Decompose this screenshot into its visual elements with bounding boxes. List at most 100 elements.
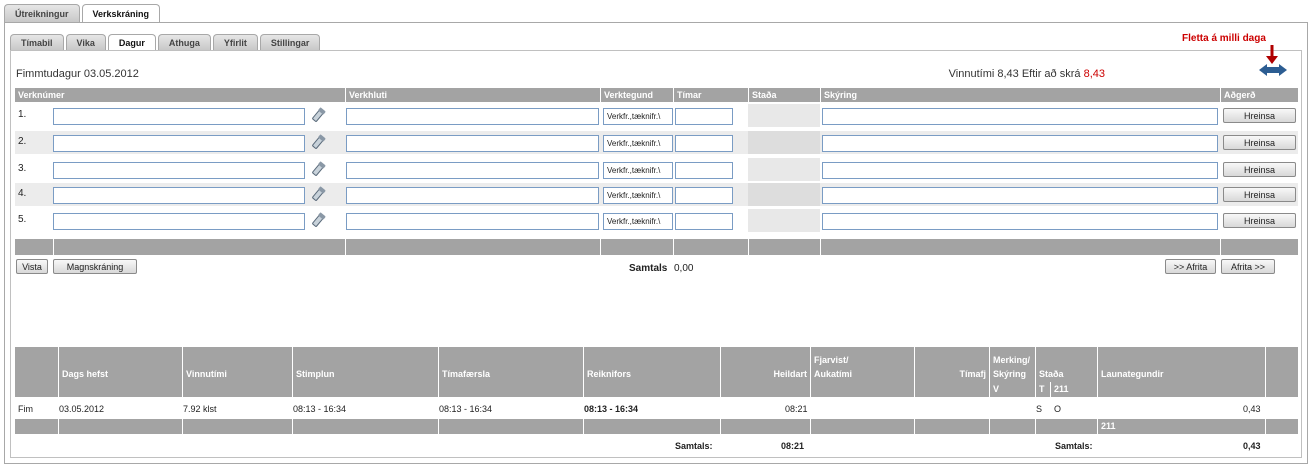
skyring-input[interactable] [822,213,1218,230]
header-reiknifors: Reiknifors [587,369,632,379]
header-vinnutimi: Vinnutími [186,369,227,379]
tab-verkskraning[interactable]: Verkskráning [81,4,161,23]
row-day: Fim [18,404,33,414]
flashlight-search-icon[interactable] [308,212,326,230]
verktegund-select[interactable]: Verkfr.,tæknifr.\ [603,135,673,152]
row-s: S [1036,404,1043,414]
header-stada: Staða [748,88,820,102]
tab-athuga[interactable]: Athuga [157,34,211,50]
row-value: 0,43 [1243,404,1261,414]
sub-tabs: Tímabil Vika Dagur Athuga Yfirlit Stilli… [10,34,321,51]
row-number: 2. [18,136,27,147]
row-date: 03.05.2012 [59,404,105,414]
timar-input[interactable] [675,135,733,152]
flashlight-search-icon[interactable] [308,186,326,204]
entry-row: 5. Verkfr.,tæknifr.\ Hreinsa [15,209,1298,232]
entry-row: 1. Verkfr.,tæknifr.\ Hreinsa [15,104,1298,127]
stada-cell [748,183,820,206]
hreinsa-button[interactable]: Hreinsa [1223,213,1296,228]
afrita-forward-button[interactable]: Afrita >> [1221,259,1275,274]
verknumer-input[interactable] [53,187,305,204]
next-day-arrow-icon[interactable] [1270,64,1287,76]
header-merking: Merking/ [993,355,1031,365]
verknumer-input[interactable] [53,213,305,230]
verkhluti-input[interactable] [346,135,599,152]
work-info-text: Vinnutími 8,43 Eftir að skrá [948,68,1081,80]
header-fjarvist: Fjarvist/ [814,355,849,365]
skyring-input[interactable] [822,187,1218,204]
entry-row: 2. Verkfr.,tæknifr.\ Hreinsa [15,131,1298,154]
total-value-1: 08:21 [781,441,805,451]
header-verknumer: Verknúmer [18,90,65,100]
entry-row: 3. Verkfr.,tæknifr.\ Hreinsa [15,158,1298,181]
header-timafj: Tímafj [959,369,986,379]
hreinsa-button[interactable]: Hreinsa [1223,187,1296,202]
verktegund-select[interactable]: Verkfr.,tæknifr.\ [603,108,673,125]
main-tabs: Útreikningur Verkskráning [4,4,161,23]
row-number: 4. [18,188,27,199]
header-stimplun: Stimplun [296,369,335,379]
stada-cell [748,158,820,181]
hreinsa-button[interactable]: Hreinsa [1223,135,1296,150]
day-nav [1259,64,1287,76]
entry-row: 4. Verkfr.,tæknifr.\ Hreinsa [15,183,1298,206]
flashlight-search-icon[interactable] [308,161,326,179]
verkhluti-input[interactable] [346,162,599,179]
tab-timabil[interactable]: Tímabil [10,34,64,50]
afrita-back-button[interactable]: >> Afrita [1165,259,1216,274]
flashlight-search-icon[interactable] [308,134,326,152]
row-number: 1. [18,109,27,120]
day-label: Fimmtudagur 03.05.2012 [16,68,139,80]
hreinsa-button[interactable]: Hreinsa [1223,108,1296,123]
verktegund-select[interactable]: Verkfr.,tæknifr.\ [603,187,673,204]
header-launategundir: Launategundir [1101,369,1164,379]
summary-gray-row: 211 [15,419,1298,434]
header-adgerd: Aðgerð [1220,88,1298,102]
skyring-input[interactable] [822,162,1218,179]
magnskraning-button[interactable]: Magnskráning [53,259,137,274]
gray-code: 211 [1097,419,1265,434]
header-stada: Staða [1039,369,1064,379]
work-info: Vinnutími 8,43 Eftir að skrá 8,43 [949,68,1105,80]
skyring-input[interactable] [822,135,1218,152]
stada-cell [748,104,820,127]
summary-data-row[interactable]: Fim 03.05.2012 7.92 klst 08:13 - 16:34 0… [15,397,1298,419]
total-label-2: Samtals: [1055,441,1093,451]
verknumer-input[interactable] [53,108,305,125]
verkhluti-input[interactable] [346,187,599,204]
vista-button[interactable]: Vista [16,259,48,274]
flashlight-search-icon[interactable] [308,107,326,125]
row-heildart: 08:21 [785,404,808,414]
timar-input[interactable] [675,108,733,125]
sub-t: T [1035,382,1050,397]
verknumer-input[interactable] [53,162,305,179]
skyring-input[interactable] [822,108,1218,125]
stada-cell [748,209,820,232]
tab-stillingar[interactable]: Stillingar [259,34,321,50]
verkhluti-input[interactable] [346,108,599,125]
fletta-label: Fletta á milli daga [1182,33,1266,44]
tab-yfirlit[interactable]: Yfirlit [212,34,258,50]
row-number: 3. [18,163,27,174]
entry-header: Verknúmer Verkhluti Verktegund Tímar Sta… [15,88,1298,102]
timar-input[interactable] [675,213,733,230]
entry-footer-row [15,239,1298,255]
tab-utreikningur[interactable]: Útreikningur [4,4,80,22]
row-number: 5. [18,214,27,225]
tab-vika[interactable]: Vika [65,34,106,50]
verkhluti-input[interactable] [346,213,599,230]
verknumer-input[interactable] [53,135,305,152]
row-stimplun: 08:13 - 16:34 [293,404,347,414]
row-reiknifors: 08:13 - 16:34 [584,404,639,414]
tab-dagur[interactable]: Dagur [107,34,156,51]
header-skyring: Skýring [993,369,1027,379]
stada-cell [748,131,820,154]
timar-input[interactable] [675,162,733,179]
summary-subheader: V T 211 [15,382,1298,397]
hreinsa-button[interactable]: Hreinsa [1223,162,1296,177]
entry-total-value: 0,00 [674,263,694,274]
timar-input[interactable] [675,187,733,204]
verktegund-select[interactable]: Verkfr.,tæknifr.\ [603,162,673,179]
row-timafaersla: 08:13 - 16:34 [439,404,493,414]
verktegund-select[interactable]: Verkfr.,tæknifr.\ [603,213,673,230]
